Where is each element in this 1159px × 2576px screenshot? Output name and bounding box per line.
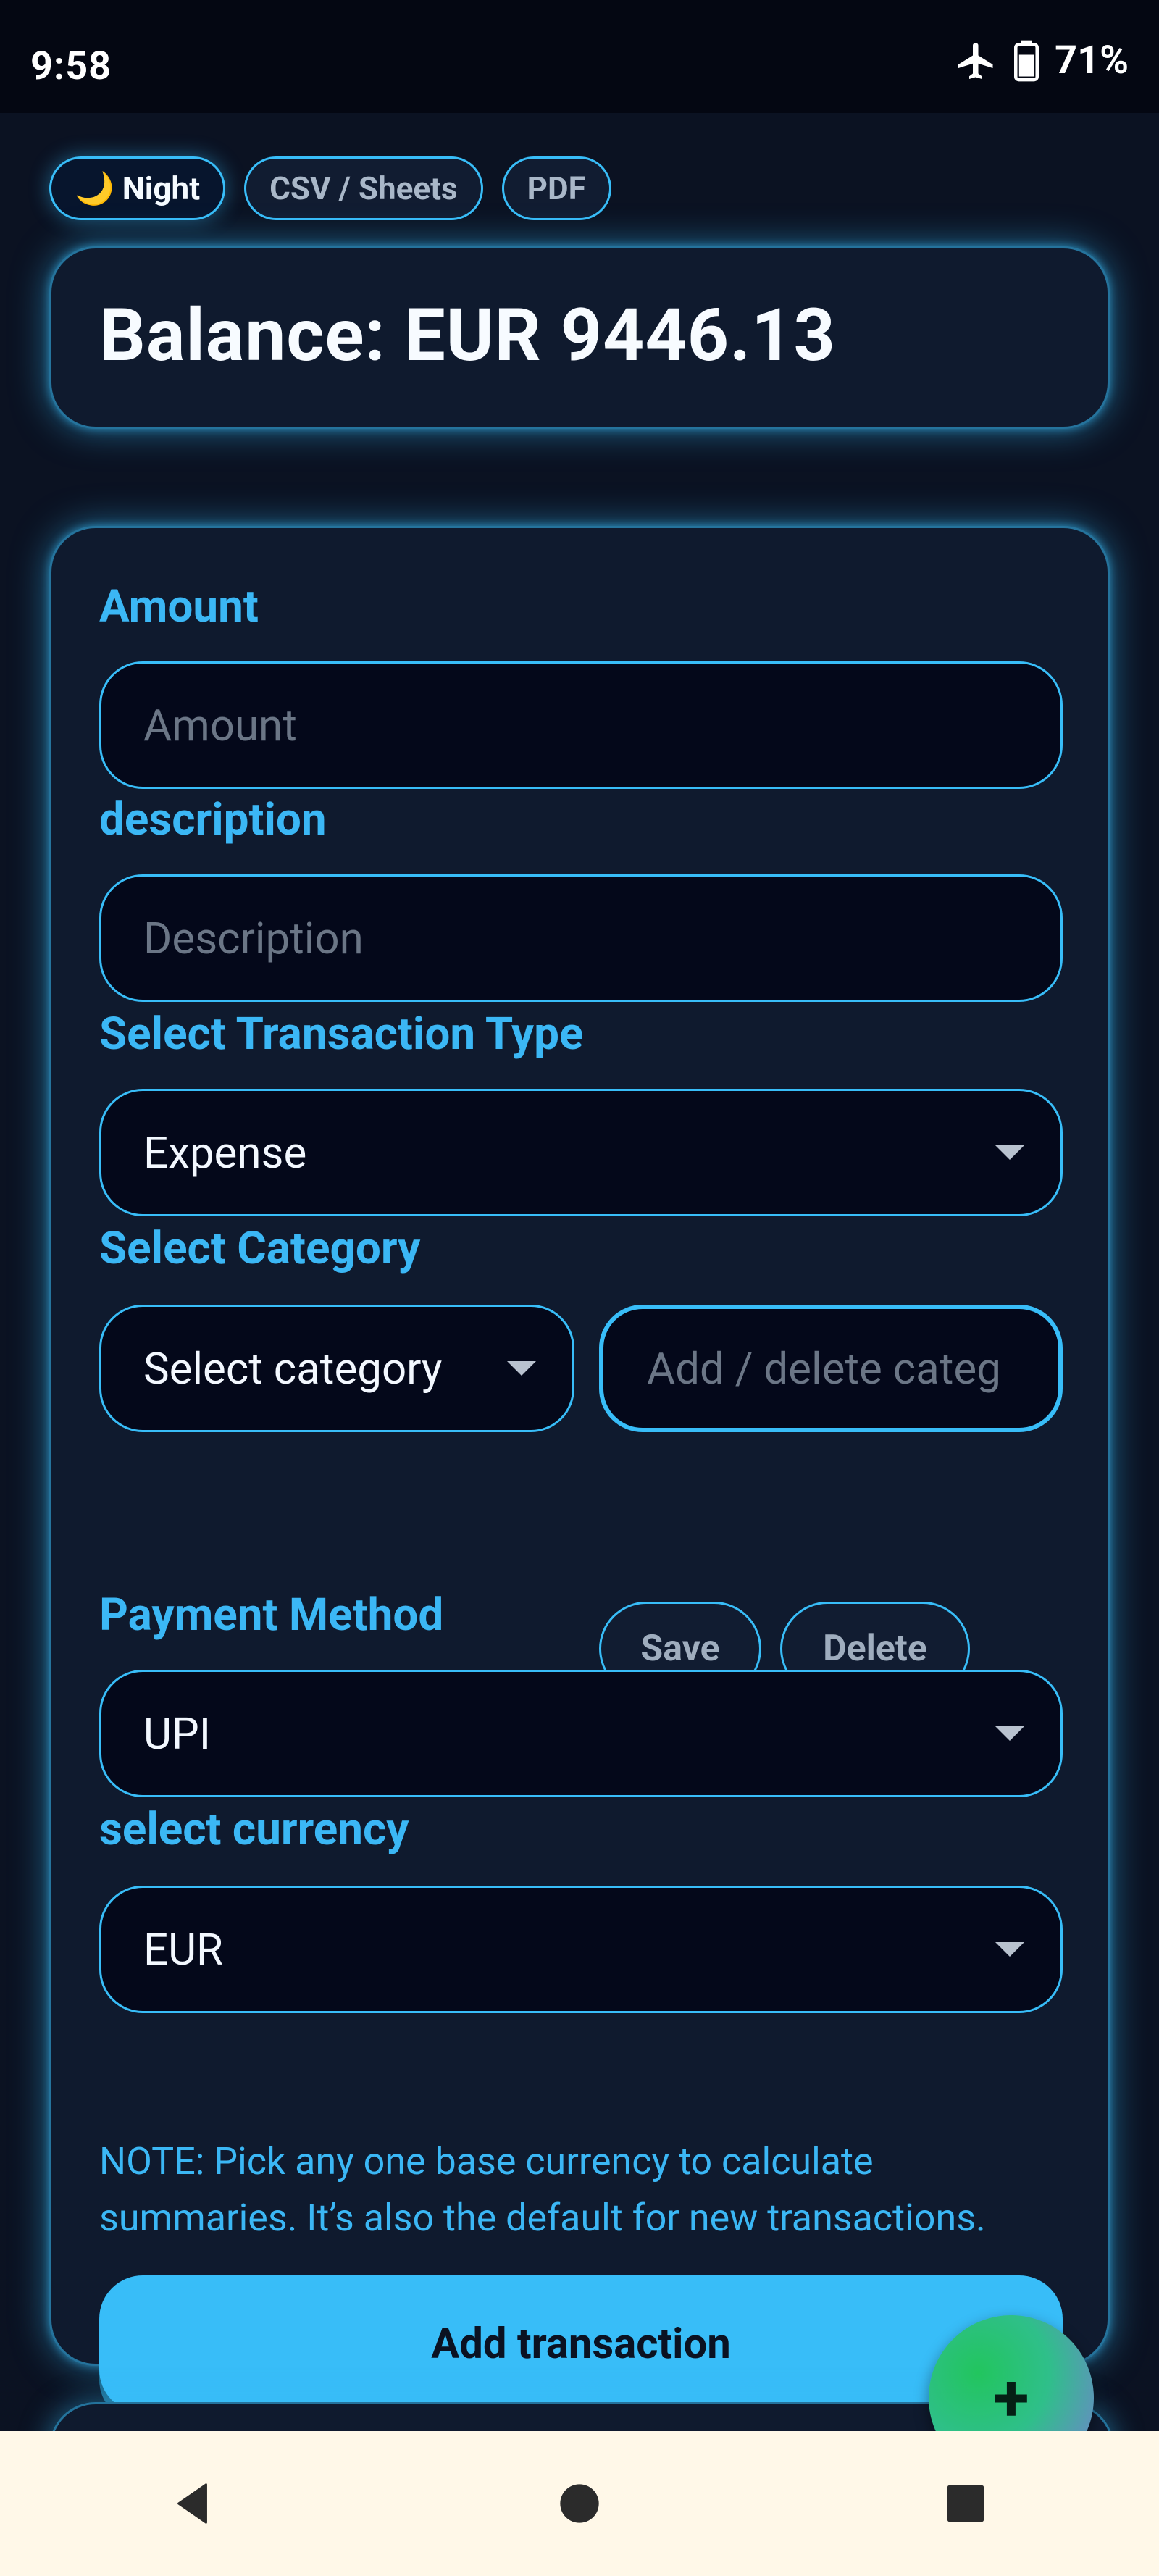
plus-icon: + xyxy=(993,2359,1029,2436)
payment-method-select[interactable]: UPI xyxy=(99,1670,1063,1797)
amount-label: Amount xyxy=(99,580,259,633)
payment-method-value: UPI xyxy=(143,1707,212,1760)
balance-card: Balance: EUR 9446.13 xyxy=(49,246,1110,429)
delete-category-label: Delete xyxy=(823,1628,927,1670)
top-toolbar: 🌙 Night CSV / Sheets PDF xyxy=(49,156,611,220)
battery-icon xyxy=(1014,40,1039,82)
airplane-icon xyxy=(955,39,998,83)
pdf-export-label: PDF xyxy=(527,170,586,207)
app-screen: 🌙 Night CSV / Sheets PDF Balance: EUR 94… xyxy=(0,113,1159,2480)
category-value: Select category xyxy=(143,1342,443,1394)
payment-method-label: Payment Method xyxy=(99,1589,444,1642)
category-edit-input[interactable]: Add / delete categ xyxy=(599,1305,1063,1432)
csv-export-label: CSV / Sheets xyxy=(269,170,458,207)
description-input[interactable]: Description xyxy=(99,874,1063,1002)
description-placeholder: Description xyxy=(143,912,364,964)
currency-value: EUR xyxy=(143,1923,223,1975)
system-nav-bar xyxy=(0,2431,1159,2576)
csv-export-button[interactable]: CSV / Sheets xyxy=(244,156,483,220)
balance-text: Balance: EUR 9446.13 xyxy=(99,293,836,378)
status-bar: 9:58 71% xyxy=(0,0,1159,113)
caret-down-icon xyxy=(995,1145,1024,1160)
caret-down-icon xyxy=(995,1726,1024,1741)
category-select[interactable]: Select category xyxy=(99,1305,574,1432)
description-label: description xyxy=(99,793,327,846)
currency-label: select currency xyxy=(99,1803,409,1856)
save-category-label: Save xyxy=(640,1628,720,1670)
amount-input[interactable]: Amount xyxy=(99,661,1063,789)
status-time: 9:58 xyxy=(30,43,112,89)
currency-note: NOTE: Pick any one base currency to calc… xyxy=(99,2139,986,2240)
transaction-type-value: Expense xyxy=(143,1126,307,1179)
category-edit-placeholder: Add / delete categ xyxy=(647,1342,1001,1394)
recents-icon[interactable] xyxy=(922,2460,1009,2547)
transaction-type-select[interactable]: Expense xyxy=(99,1089,1063,1216)
caret-down-icon xyxy=(507,1361,536,1376)
transaction-form: Amount Amount description Description Se… xyxy=(49,526,1110,2413)
back-icon[interactable] xyxy=(150,2460,237,2547)
add-transaction-button[interactable]: Add transaction xyxy=(99,2275,1063,2413)
night-mode-label: 🌙 Night xyxy=(75,170,201,207)
amount-placeholder: Amount xyxy=(143,699,297,751)
add-transaction-label: Add transaction xyxy=(431,2320,731,2369)
night-mode-button[interactable]: 🌙 Night xyxy=(49,156,226,220)
status-icons: 71% xyxy=(955,38,1129,83)
home-icon[interactable] xyxy=(536,2460,623,2547)
pdf-export-button[interactable]: PDF xyxy=(501,156,611,220)
category-label: Select Category xyxy=(99,1222,421,1275)
caret-down-icon xyxy=(995,1942,1024,1957)
battery-percent: 71% xyxy=(1055,38,1129,83)
currency-select[interactable]: EUR xyxy=(99,1886,1063,2013)
transaction-type-label: Select Transaction Type xyxy=(99,1008,584,1061)
